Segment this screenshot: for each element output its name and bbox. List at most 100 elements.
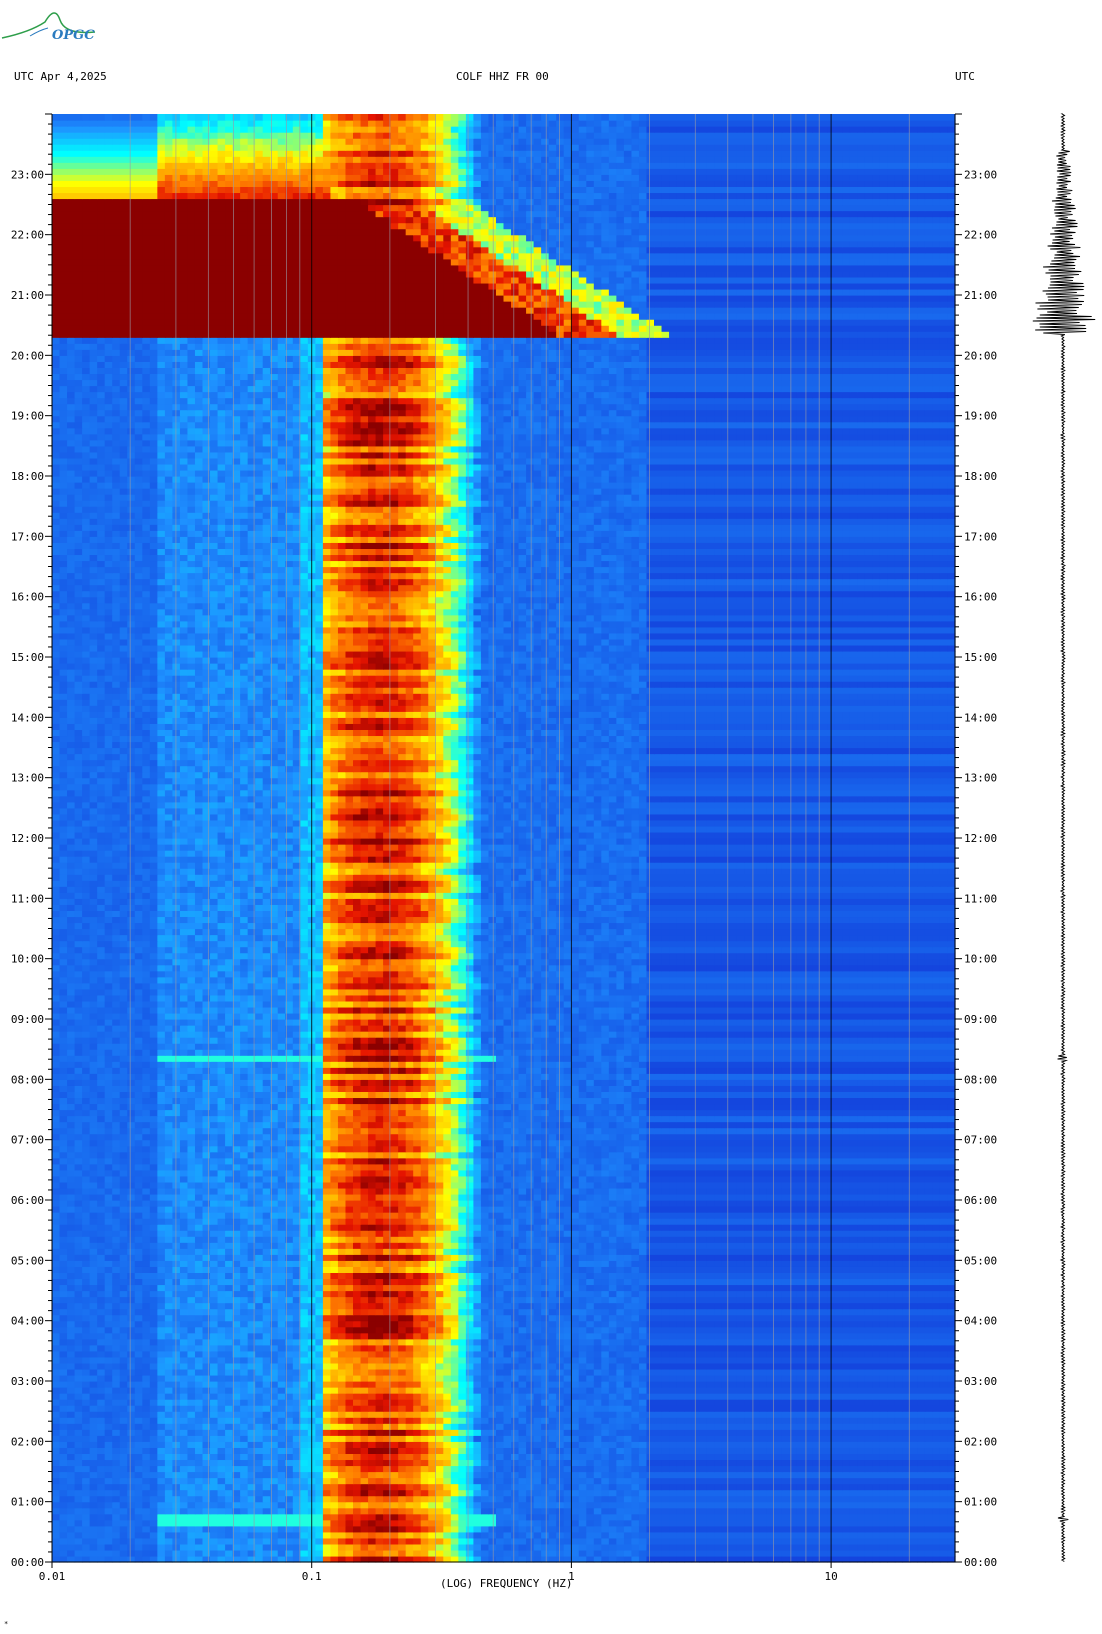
spectrogram-cell xyxy=(526,1484,534,1491)
spectrogram-cell xyxy=(835,1387,843,1394)
spectrogram-cell xyxy=(353,1484,361,1491)
spectrogram-cell xyxy=(744,1459,752,1466)
spectrogram-cell xyxy=(150,1393,158,1400)
spectrogram-cell xyxy=(488,1496,496,1503)
spectrogram-cell xyxy=(797,1532,805,1539)
spectrogram-cell xyxy=(203,1496,211,1503)
spectrogram-cell xyxy=(488,1478,496,1485)
spectrogram-cell xyxy=(105,1544,113,1551)
spectrogram-cell xyxy=(601,1387,609,1394)
spectrogram-cell xyxy=(496,1526,504,1533)
spectrogram-cell xyxy=(857,1502,865,1509)
spectrogram-cell xyxy=(729,1478,737,1485)
spectrogram-cell xyxy=(639,1375,647,1382)
spectrogram-cell xyxy=(112,1502,120,1509)
spectrogram-cell xyxy=(579,1387,587,1394)
spectrogram-cell xyxy=(481,1532,489,1539)
spectrogram-cell xyxy=(925,1520,933,1527)
spectrogram-cell xyxy=(895,1496,903,1503)
spectrogram-cell xyxy=(60,1393,68,1400)
spectrogram-cell xyxy=(398,1405,406,1412)
spectrogram-cell xyxy=(496,1532,504,1539)
spectrogram-cell xyxy=(376,1393,384,1400)
spectrogram-cell xyxy=(210,1459,218,1466)
spectrogram-cell xyxy=(97,1453,105,1460)
spectrogram-cell xyxy=(669,1484,677,1491)
spectrogram-cell xyxy=(488,1532,496,1539)
spectrogram-cell xyxy=(609,1484,617,1491)
spectrogram-cell xyxy=(910,1465,918,1472)
spectrogram-cell xyxy=(707,1435,715,1442)
spectrogram-cell xyxy=(895,1417,903,1424)
spectrogram-cell xyxy=(797,1417,805,1424)
spectrogram-cell xyxy=(579,1375,587,1382)
spectrogram-cell xyxy=(120,1381,128,1388)
spectrogram-cell xyxy=(466,1441,474,1448)
spectrogram-cell xyxy=(240,1520,248,1527)
spectrogram-cell xyxy=(729,1502,737,1509)
spectrogram-cell xyxy=(142,1544,150,1551)
spectrogram-cell xyxy=(428,1393,436,1400)
spectrogram-cell xyxy=(835,1490,843,1497)
spectrogram-cell xyxy=(451,1387,459,1394)
spectrogram-cell xyxy=(210,1375,218,1382)
spectrogram-cell xyxy=(579,1550,587,1557)
spectrogram-cell xyxy=(947,1387,955,1394)
spectrogram-cell xyxy=(722,1550,730,1557)
spectrogram-cell xyxy=(729,1508,737,1515)
spectrogram-cell xyxy=(315,1405,323,1412)
spectrogram-cell xyxy=(82,1429,90,1436)
spectrogram-cell xyxy=(488,1381,496,1388)
spectrogram-cell xyxy=(421,1538,429,1545)
spectrogram-cell xyxy=(248,1453,256,1460)
spectrogram-cell xyxy=(52,1508,60,1515)
spectrogram-cell xyxy=(248,1465,256,1472)
spectrogram-cell xyxy=(654,1490,662,1497)
spectrogram-cell xyxy=(541,1459,549,1466)
spectrogram-cell xyxy=(865,1393,873,1400)
spectrogram-cell xyxy=(947,1508,955,1515)
spectrogram-cell xyxy=(338,1472,346,1479)
spectrogram-cell xyxy=(699,1526,707,1533)
spectrogram-cell xyxy=(932,1508,940,1515)
spectrogram-cell xyxy=(925,1429,933,1436)
spectrogram-cell xyxy=(526,1387,534,1394)
spectrogram-cell xyxy=(684,1532,692,1539)
spectrogram-cell xyxy=(707,1472,715,1479)
spectrogram-cell xyxy=(391,1393,399,1400)
spectrogram-cell xyxy=(157,1550,165,1557)
spectrogram-cell xyxy=(165,1538,173,1545)
spectrogram-cell xyxy=(315,1453,323,1460)
spectrogram-cell xyxy=(601,1453,609,1460)
spectrogram-cell xyxy=(511,1381,519,1388)
spectrogram-cell xyxy=(67,1532,75,1539)
spectrogram-cell xyxy=(594,1472,602,1479)
spectrogram-cell xyxy=(127,1447,135,1454)
spectrogram-cell xyxy=(127,1526,135,1533)
spectrogram-cell xyxy=(142,1399,150,1406)
spectrogram-cell xyxy=(330,1423,338,1430)
spectrogram-cell xyxy=(774,1453,782,1460)
spectrogram-cell xyxy=(556,1502,564,1509)
spectrogram-cell xyxy=(835,1441,843,1448)
spectrogram-cell xyxy=(865,1453,873,1460)
spectrogram-cell xyxy=(947,1423,955,1430)
spectrogram-cell xyxy=(699,1447,707,1454)
spectrogram-cell xyxy=(925,1411,933,1418)
spectrogram-cell xyxy=(127,1399,135,1406)
spectrogram-cell xyxy=(571,1526,579,1533)
spectrogram-cell xyxy=(225,1520,233,1527)
spectrogram-cell xyxy=(466,1405,474,1412)
spectrogram-cell xyxy=(240,1472,248,1479)
spectrogram-cell xyxy=(662,1447,670,1454)
spectrogram-cell xyxy=(722,1435,730,1442)
spectrogram-cell xyxy=(473,1526,481,1533)
spectrogram-cell xyxy=(917,1447,925,1454)
spectrogram-cell xyxy=(895,1387,903,1394)
spectrogram-cell xyxy=(225,1381,233,1388)
spectrogram-cell xyxy=(180,1453,188,1460)
spectrogram-cell xyxy=(142,1411,150,1418)
spectrogram-cell xyxy=(391,1526,399,1533)
spectrogram-cell xyxy=(248,1423,256,1430)
spectrogram-cell xyxy=(677,1399,685,1406)
